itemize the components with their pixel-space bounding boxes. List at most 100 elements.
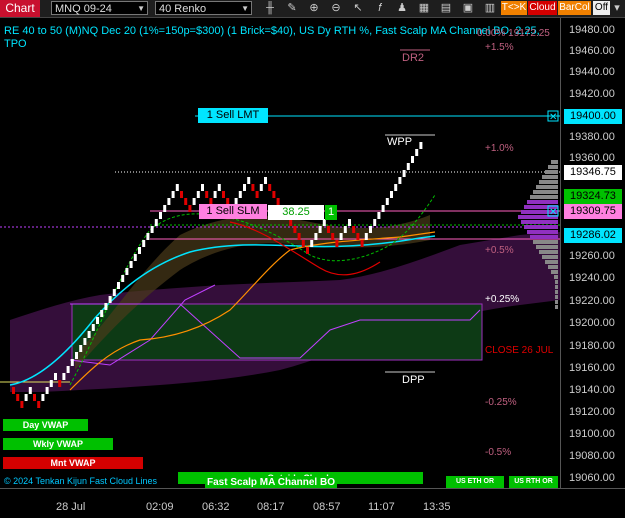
renko-brick (163, 205, 167, 212)
time-tick: 11:07 (368, 501, 395, 513)
time-tick: 02:09 (146, 501, 174, 513)
time-tick: 08:57 (313, 501, 341, 513)
volume-profile-bar (545, 260, 558, 264)
green-range-box (71, 303, 483, 361)
chart-trader-icon[interactable]: ▥ (483, 1, 497, 15)
volume-profile-bar (536, 245, 558, 249)
renko-brick (247, 177, 251, 184)
bar-chart-icon[interactable]: ╫ (263, 1, 277, 15)
renko-brick (150, 226, 154, 233)
renko-brick (272, 191, 276, 198)
renko-brick (154, 219, 158, 226)
volume-profile-bar (533, 240, 558, 244)
sell-slm-order[interactable]: 1 Sell SLM (199, 204, 267, 219)
renko-brick (62, 373, 66, 380)
price-tick: 19160.00 (569, 362, 615, 374)
wpp-label: WPP (387, 136, 413, 148)
price-tick: 19260.00 (569, 250, 615, 262)
cloud-button[interactable]: Cloud (528, 1, 557, 15)
off-toggle[interactable]: Off (593, 1, 610, 15)
pct-plus-0-5: +0.5% (485, 245, 514, 256)
price-axis[interactable]: 19480.00 19460.00 19440.00 19420.00 1938… (560, 18, 625, 488)
us-rth-or-button[interactable]: US RTH OR (509, 476, 558, 488)
volume-profile-bar (539, 250, 558, 254)
dpp-label: DPP (402, 374, 425, 386)
barcol-button[interactable]: BarCol (558, 1, 591, 15)
volume-profile-bar (555, 300, 558, 304)
renko-brick (45, 387, 49, 394)
renko-brick (314, 233, 318, 240)
renko-brick (327, 226, 330, 233)
time-tick: 06:32 (202, 501, 230, 513)
templates-icon[interactable]: ▤ (439, 1, 453, 15)
renko-brick (293, 226, 297, 233)
renko-brick (142, 240, 146, 247)
watermark: © 2024 Tenkan Kijun Fast Cloud Lines (4, 476, 158, 486)
properties-icon[interactable]: ▦ (417, 1, 431, 15)
green-price-label: 19324.73 (564, 189, 622, 204)
volume-profile-bar (524, 225, 558, 229)
renko-brick (49, 380, 53, 387)
renko-brick (259, 184, 263, 191)
renko-brick (243, 184, 246, 191)
chart-plot-area[interactable]: ✕ ✕ (0, 18, 560, 488)
sell-lmt-order[interactable]: 1 Sell LMT (198, 108, 268, 123)
renko-brick (411, 156, 414, 163)
indicators-icon[interactable]: 𝑓 (373, 1, 387, 15)
chart-canvas: ✕ ✕ (0, 49, 560, 408)
renko-brick (381, 205, 385, 212)
day-vwap-button[interactable]: Day VWAP (3, 419, 88, 431)
pct-plus-1-0: +1.0% (485, 143, 514, 154)
renko-brick (360, 240, 364, 247)
renko-brick (20, 401, 24, 408)
volume-profile-bar (545, 170, 558, 174)
volume-profile-bar (555, 280, 558, 284)
snapshot-icon[interactable]: ▣ (461, 1, 475, 15)
wkly-vwap-button[interactable]: Wkly VWAP (3, 438, 113, 450)
time-axis[interactable]: 28 Jul 02:09 06:32 08:17 08:57 11:07 13:… (0, 488, 625, 518)
pct-minus-0-5: -0.5% (485, 447, 512, 458)
volume-profile-bar (533, 190, 558, 194)
volume-profile-bar (555, 285, 558, 289)
renko-brick (356, 233, 360, 240)
renko-brick (205, 191, 209, 198)
renko-brick (201, 184, 204, 191)
renko-brick (394, 184, 398, 191)
pnl-box: 38.25 (268, 205, 324, 220)
strategy-icon[interactable]: ♟ (395, 1, 409, 15)
zoom-out-icon[interactable]: ⊖ (329, 1, 343, 15)
pointer-icon[interactable]: ↖ (351, 1, 365, 15)
qty-box[interactable]: 1 (325, 205, 337, 220)
us-eth-or-button[interactable]: US ETH OR (446, 476, 504, 488)
tk-button[interactable]: T<>K (501, 1, 527, 15)
draw-tools-icon[interactable]: ✎ (285, 1, 299, 15)
renko-brick (335, 240, 339, 247)
more-icon[interactable]: ▾ (610, 1, 624, 15)
renko-brick (343, 226, 347, 233)
chart-tab[interactable]: Chart (0, 0, 40, 17)
volume-profile-bar (548, 165, 558, 169)
renko-brick (390, 191, 393, 198)
renko-brick (79, 345, 83, 352)
renko-brick (12, 387, 15, 394)
mnt-vwap-button[interactable]: Mnt VWAP (3, 457, 143, 469)
price-tick: 19440.00 (569, 66, 615, 78)
renko-brick (33, 394, 36, 401)
instrument-selector[interactable]: MNQ 09-24 ▼ (51, 1, 148, 15)
bar-type-selector[interactable]: 40 Renko ▼ (155, 1, 252, 15)
renko-brick (251, 184, 255, 191)
renko-brick (222, 191, 225, 198)
time-tick: 08:17 (257, 501, 285, 513)
zoom-in-icon[interactable]: ⊕ (307, 1, 321, 15)
toolbar: Chart MNQ 09-24 ▼ 40 Renko ▼ ╫ ✎ ⊕ ⊖ ↖ 𝑓… (0, 0, 625, 18)
volume-profile-bar (527, 200, 558, 204)
volume-profile-bar (555, 305, 558, 309)
renko-brick (112, 289, 116, 296)
renko-brick (54, 373, 57, 380)
renko-brick (125, 268, 129, 275)
volume-profile-bar (548, 265, 558, 269)
chevron-down-icon: ▼ (241, 4, 249, 13)
renko-brick (192, 198, 196, 205)
renko-brick (129, 261, 133, 268)
price-tick: 19060.00 (569, 472, 615, 484)
